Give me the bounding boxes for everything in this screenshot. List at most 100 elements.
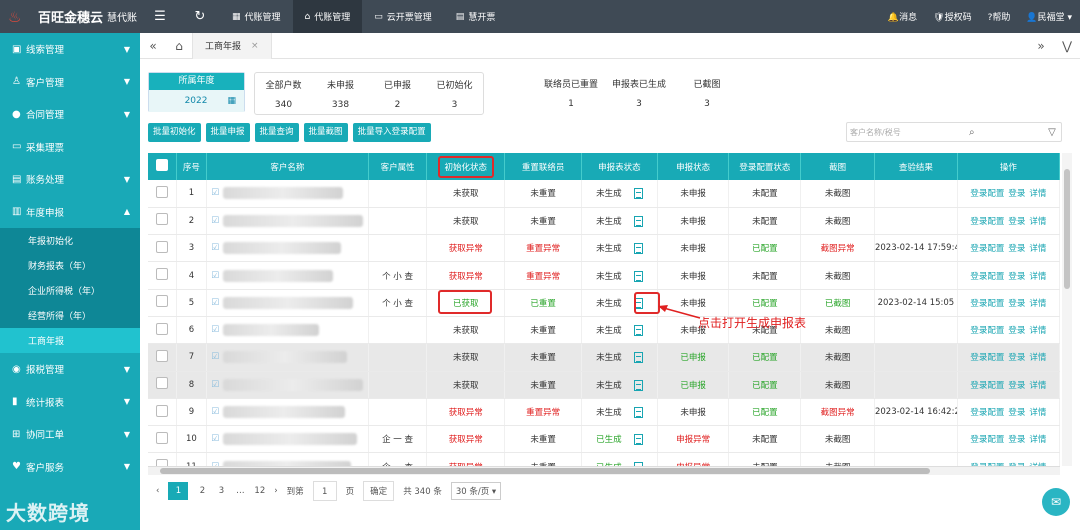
sidebar-item-service[interactable]: ♥ 客户服务 ▼ <box>0 451 140 484</box>
search-icon[interactable]: ⌕ <box>963 127 981 138</box>
login-link[interactable]: 登录 <box>1008 381 1025 391</box>
login-link[interactable]: 登录 <box>1008 435 1025 445</box>
document-icon[interactable] <box>633 243 643 255</box>
detail-link[interactable]: 详情 <box>1029 408 1046 418</box>
stat-generated[interactable]: 申报表已生成 3 <box>606 72 672 115</box>
table-row[interactable]: 11☑企 一 查获取异常未重置已生成申报异常未配置未截图 登录配置登录详情 <box>148 452 1060 466</box>
detail-link[interactable]: 详情 <box>1029 381 1046 391</box>
sidebar-sub-finance[interactable]: 财务报表（年） <box>0 253 140 278</box>
topnav-item-3[interactable]: ▭ 云开票管理 <box>362 0 444 33</box>
calendar-icon[interactable]: ▦ <box>227 96 236 106</box>
tab-next-icon[interactable]: » <box>1028 39 1054 53</box>
page-2[interactable]: 2 <box>197 486 207 496</box>
sidebar-item-stats[interactable]: ▮ 统计报表 ▼ <box>0 386 140 419</box>
stat-all[interactable]: 全部户数 340 <box>255 73 312 114</box>
sidebar-item-annual[interactable]: ▥ 年度申报 ▲ <box>0 196 140 229</box>
table-row[interactable]: 7 ☑ 未获取 未重置 未生成 已申报 已配置 未截图 登录配置 登录 详情 <box>148 343 1060 372</box>
user-menu[interactable]: 👤民福堂 ▾ <box>1026 10 1072 23</box>
document-icon[interactable] <box>633 215 643 227</box>
document-icon[interactable] <box>633 325 643 337</box>
stat-declared[interactable]: 已申报 2 <box>369 73 426 114</box>
detail-link[interactable]: 详情 <box>1029 353 1046 363</box>
page-12[interactable]: 12 <box>254 486 265 496</box>
document-icon[interactable] <box>633 379 643 391</box>
sidebar-sub-init[interactable]: 年报初始化 <box>0 228 140 253</box>
detail-link[interactable]: 详情 <box>1029 272 1046 282</box>
row-checkbox[interactable] <box>148 371 177 399</box>
prev-page-icon[interactable]: ‹ <box>156 486 159 496</box>
row-checkbox[interactable] <box>148 452 177 466</box>
page-1[interactable]: 1 <box>168 482 189 500</box>
topnav-item-2[interactable]: ⌂ 代账管理 <box>292 0 363 33</box>
login-link[interactable]: 登录 <box>1008 217 1025 227</box>
sidebar-item-tax[interactable]: ◉ 报税管理 ▼ <box>0 353 140 386</box>
document-icon[interactable] <box>633 407 643 419</box>
sidebar-item-collect[interactable]: ▭ 采集理票 <box>0 131 140 164</box>
detail-link[interactable]: 详情 <box>1029 299 1046 309</box>
login-config-link[interactable]: 登录配置 <box>970 408 1004 418</box>
table-row[interactable]: 4 ☑ 个 小 查获取异常 重置异常 未生成 未申报 未配置 未截图 登录配置 登录 详情 <box>148 261 1060 290</box>
next-page-icon[interactable]: › <box>274 486 277 496</box>
customer-name[interactable]: ☑ <box>206 371 369 399</box>
customer-name[interactable]: ☑ <box>206 425 369 454</box>
batch-declare-button[interactable]: 批量申报 <box>205 123 250 142</box>
topnav-item-4[interactable]: ▤ 慧开票 <box>444 0 508 33</box>
refresh-icon[interactable]: ↻ <box>180 9 220 24</box>
page-3[interactable]: 3 <box>216 486 226 496</box>
sidebar-sub-cit[interactable]: 企业所得税（年） <box>0 278 140 303</box>
row-checkbox[interactable] <box>148 207 177 236</box>
select-all-checkbox[interactable] <box>148 153 177 180</box>
sidebar-sub-annual-report[interactable]: 工商年报 <box>0 328 140 353</box>
sidebar-item-accounting[interactable]: ▤ 账务处理 ▼ <box>0 163 140 196</box>
topnav-item-1[interactable]: ▦ 代账管理 <box>220 0 293 33</box>
login-config-link[interactable]: 登录配置 <box>970 244 1004 254</box>
table-row[interactable]: 9 ☑ 获取异常 重置异常 未生成 未申报 已配置 截图异常 2023-02-14 16:42:… <box>148 398 1060 427</box>
detail-link[interactable]: 详情 <box>1029 244 1046 254</box>
login-config-link[interactable]: 登录配置 <box>970 381 1004 391</box>
login-link[interactable]: 登录 <box>1008 408 1025 418</box>
login-link[interactable]: 登录 <box>1008 353 1025 363</box>
detail-link[interactable]: 详情 <box>1029 217 1046 227</box>
customer-name[interactable]: ☑ <box>206 180 369 208</box>
customer-name[interactable]: ☑ <box>206 398 369 427</box>
brand[interactable]: ♨ 百旺金穗云 慧代账 <box>0 0 140 33</box>
document-icon[interactable] <box>633 352 643 364</box>
batch-query-button[interactable]: 批量查询 <box>254 123 299 142</box>
login-config-link[interactable]: 登录配置 <box>970 299 1004 309</box>
login-config-link[interactable]: 登录配置 <box>970 217 1004 227</box>
customer-name[interactable]: ☑ <box>206 452 369 466</box>
customer-name[interactable]: ☑ <box>206 234 369 263</box>
detail-link[interactable]: 详情 <box>1029 435 1046 445</box>
home-tab-icon[interactable]: ⌂ <box>166 39 192 53</box>
tab-prev-icon[interactable]: « <box>140 39 166 53</box>
auth-code-link[interactable]: 🛡授权码 <box>933 10 971 23</box>
document-icon[interactable] <box>633 188 643 200</box>
stat-screenshot[interactable]: 已截图 3 <box>672 72 742 115</box>
page-input[interactable]: 1 <box>312 481 337 501</box>
batch-screenshot-button[interactable]: 批量截图 <box>303 123 348 142</box>
detail-link[interactable]: 详情 <box>1029 189 1046 199</box>
row-checkbox[interactable] <box>148 398 177 427</box>
detail-link[interactable]: 详情 <box>1029 326 1046 336</box>
stat-reset[interactable]: 联络员已重置 1 <box>536 72 606 115</box>
login-config-link[interactable]: 登录配置 <box>970 353 1004 363</box>
sidebar-item-contracts[interactable]: ● 合同管理 ▼ <box>0 98 140 131</box>
horizontal-scrollbar[interactable] <box>148 466 1060 475</box>
stat-undeclared[interactable]: 未申报 338 <box>312 73 369 114</box>
page-ellipsis[interactable]: … <box>235 486 245 496</box>
row-checkbox[interactable] <box>148 316 177 345</box>
login-link[interactable]: 登录 <box>1008 299 1025 309</box>
table-row[interactable]: 6 ☑ 未获取 未重置 未生成 未申报 未配置 未截图 登录配置 登录 详情 <box>148 316 1060 345</box>
row-checkbox[interactable] <box>148 234 177 263</box>
document-icon[interactable] <box>633 434 643 446</box>
login-link[interactable]: 登录 <box>1008 272 1025 282</box>
table-row[interactable]: 1 ☑ 未获取 未重置 未生成 未申报 未配置 未截图 登录配置 登录 详情 <box>148 180 1060 208</box>
close-icon[interactable]: × <box>251 41 259 51</box>
filter-icon[interactable]: ▽ <box>1043 127 1061 138</box>
row-checkbox[interactable] <box>148 180 177 208</box>
login-link[interactable]: 登录 <box>1008 326 1025 336</box>
message-link[interactable]: 🔔消息 <box>888 10 917 23</box>
stat-initialized[interactable]: 已初始化 3 <box>426 73 483 114</box>
customer-name[interactable]: ☑ <box>206 316 369 345</box>
year-picker[interactable]: 所属年度 2022 ▦ <box>148 72 245 112</box>
